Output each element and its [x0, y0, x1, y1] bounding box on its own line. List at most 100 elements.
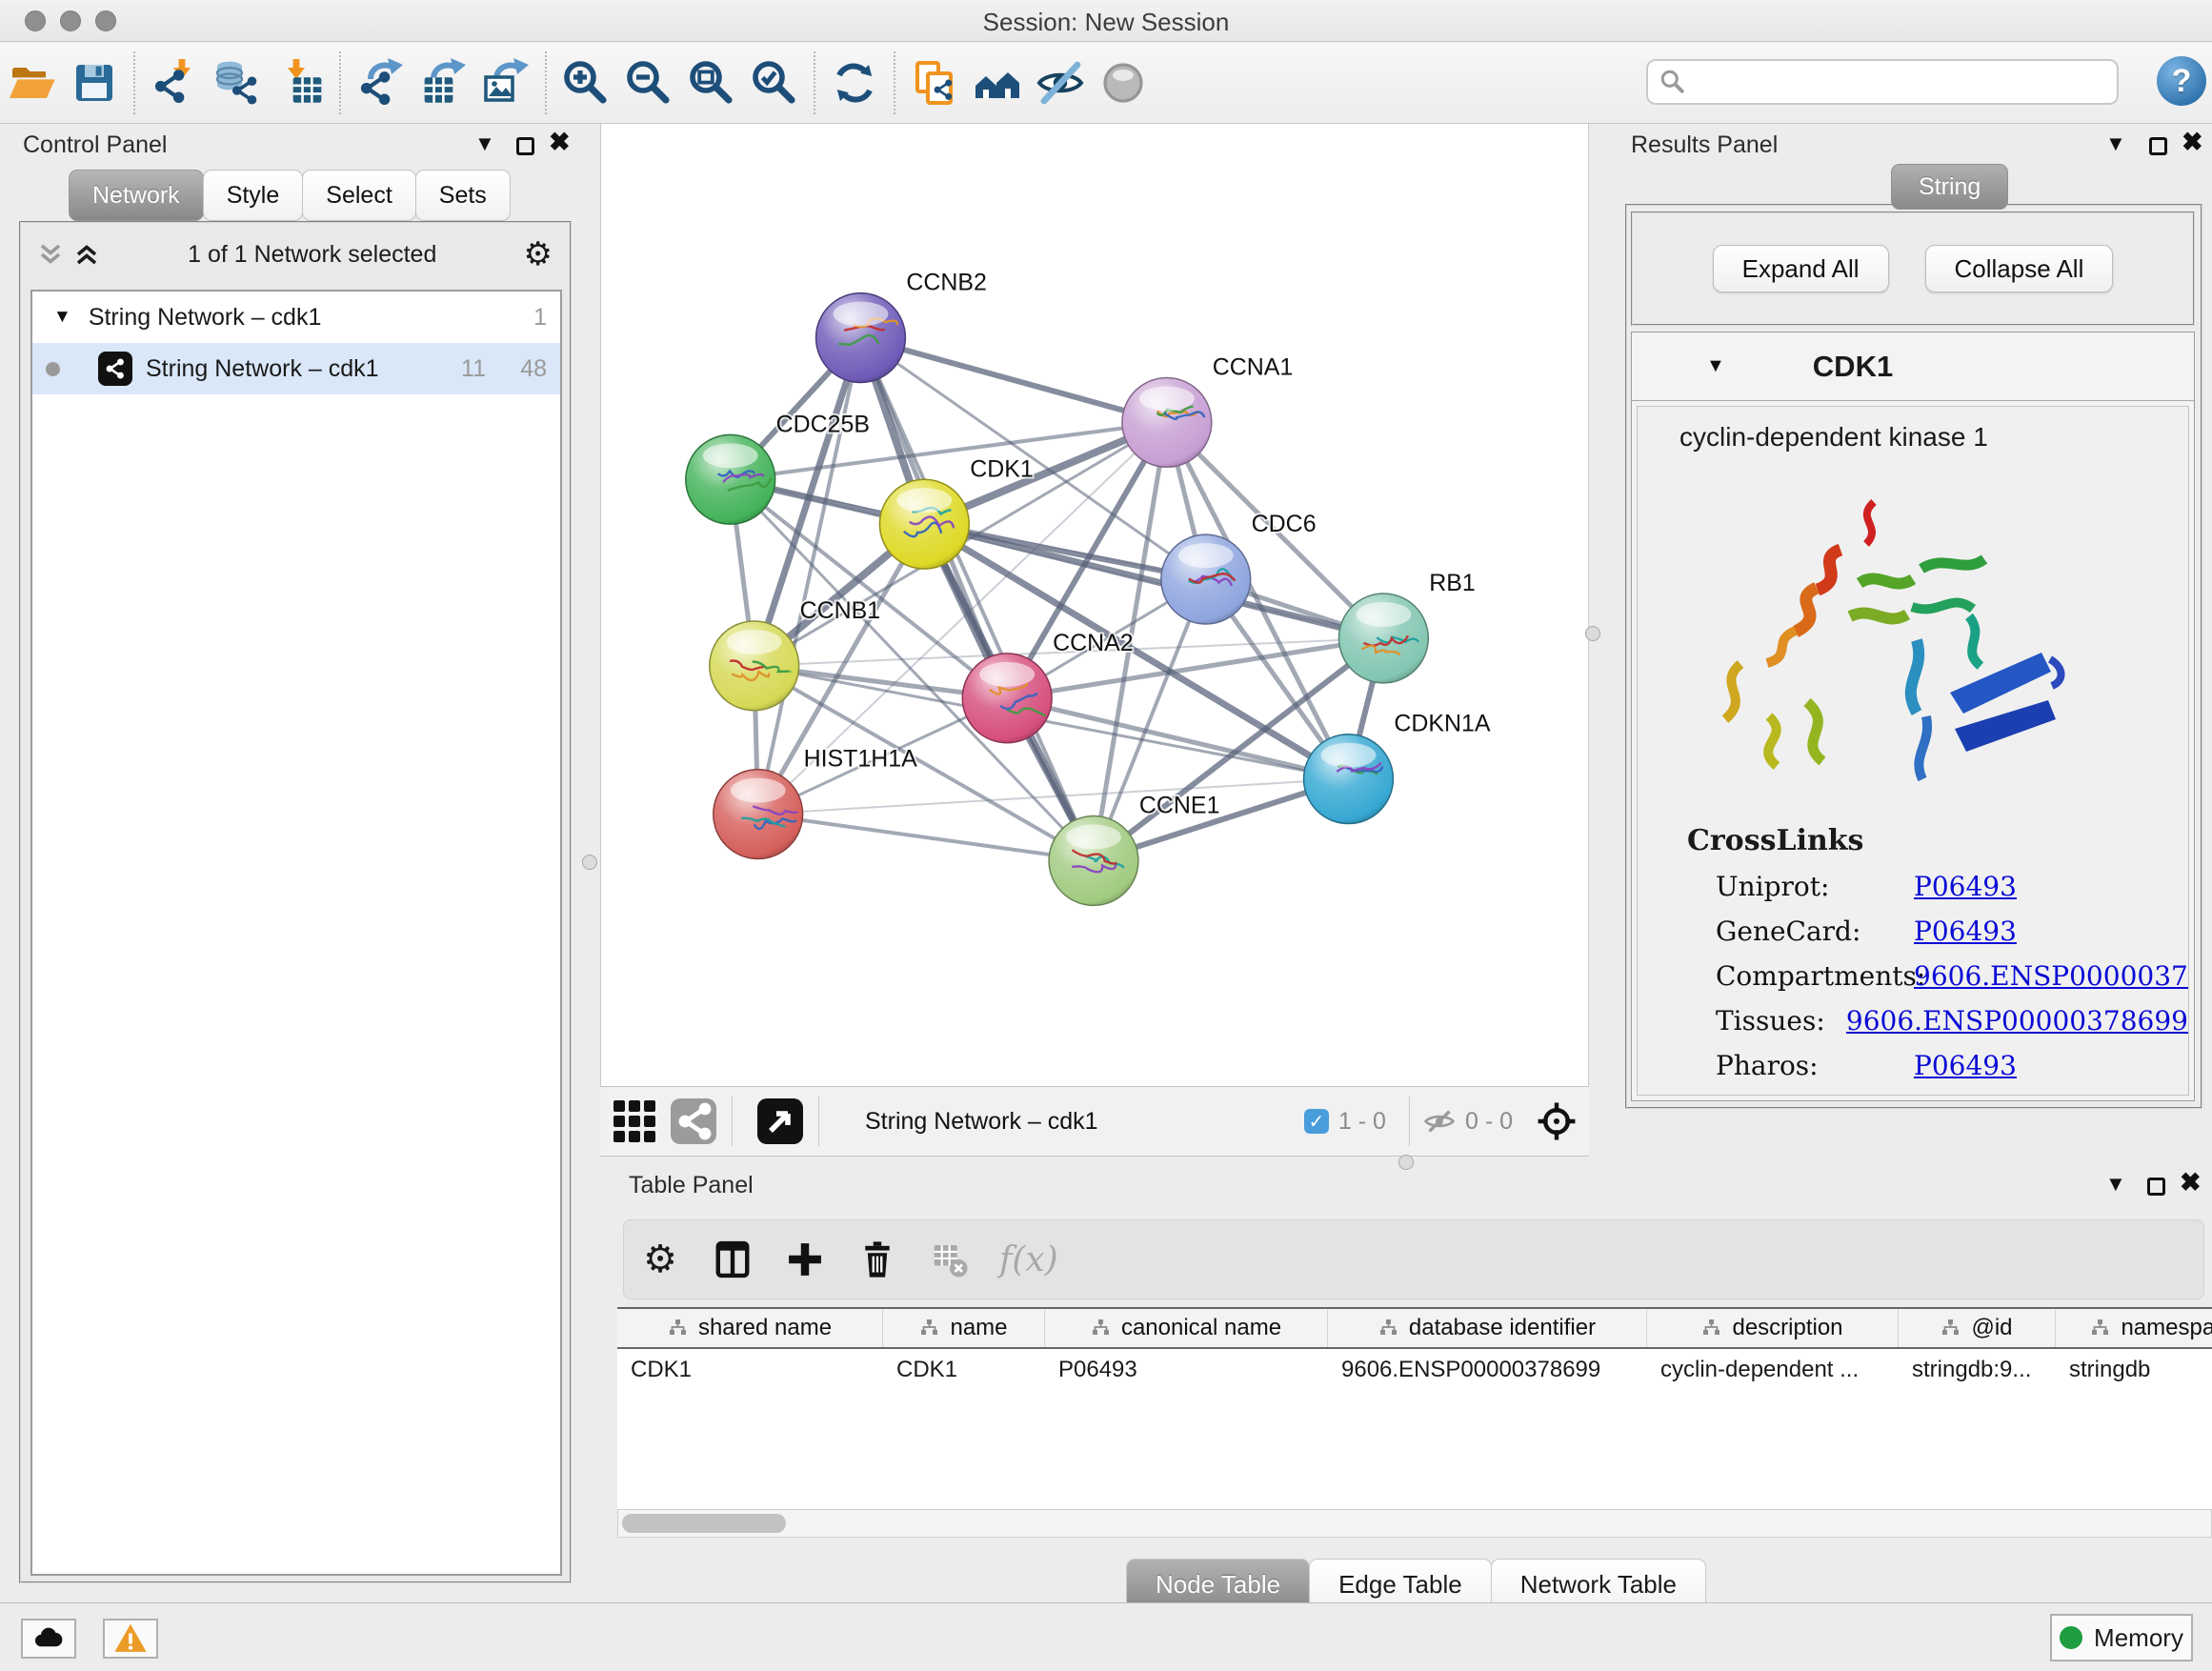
scrollbar-thumb[interactable]: [622, 1514, 786, 1533]
expand-all-icon[interactable]: [72, 240, 101, 269]
node-label-CCNA2: CCNA2: [1053, 630, 1134, 656]
add-column-icon[interactable]: [769, 1229, 841, 1290]
zoom-fit-icon[interactable]: [680, 53, 743, 112]
table-horizontal-scrollbar[interactable]: [617, 1509, 2212, 1538]
table-cell[interactable]: P06493: [1045, 1357, 1328, 1383]
collapse-all-button[interactable]: Collapse All: [1925, 245, 2114, 292]
network-node-CCNB1[interactable]: CCNB1: [710, 597, 880, 711]
table-cell[interactable]: stringdb:9...: [1899, 1357, 2056, 1383]
tab-sets[interactable]: Sets: [415, 170, 511, 221]
collapse-all-icon[interactable]: [36, 240, 65, 269]
collapse-icon[interactable]: ▼: [1706, 355, 1725, 377]
maximize-panel-icon[interactable]: [516, 137, 534, 155]
gene-description: cyclin-dependent kinase 1: [1679, 422, 2188, 453]
gear-icon[interactable]: ⚙: [524, 235, 553, 273]
table-row[interactable]: CDK1CDK1P064939606.ENSP00000378699cyclin…: [617, 1349, 2212, 1391]
hide-selected-icon[interactable]: [1029, 53, 1092, 112]
copy-network-icon[interactable]: [903, 53, 966, 112]
table-toolbar: ⚙ f(x): [623, 1219, 2204, 1299]
cloud-button[interactable]: [21, 1619, 76, 1659]
save-session-icon[interactable]: [63, 53, 126, 112]
zoom-in-icon[interactable]: [554, 53, 617, 112]
maximize-panel-icon[interactable]: [2147, 1178, 2165, 1196]
column-header-@id[interactable]: @id: [1899, 1309, 2056, 1347]
table-cell[interactable]: 9606.ENSP00000378699: [1328, 1357, 1647, 1383]
network-tree-root[interactable]: ▼ String Network – cdk1 1: [32, 292, 560, 343]
left-splitter-handle[interactable]: [582, 855, 597, 870]
warning-button[interactable]: [103, 1619, 158, 1659]
network-view-icon[interactable]: [669, 1097, 718, 1146]
network-canvas[interactable]: CCNB2CCNA1CDC25BCDK1CDC6RB1CCNB1CCNA2CDK…: [600, 124, 1589, 1086]
selected-nodes-checkbox[interactable]: ✓: [1304, 1109, 1329, 1134]
grid-view-icon[interactable]: [610, 1097, 659, 1146]
crosslink-link[interactable]: 9606.ENSP00000378699: [1914, 960, 2189, 992]
network-node-CDKN1A[interactable]: CDKN1A: [1304, 711, 1491, 824]
network-node-CCNA1[interactable]: CCNA1: [1122, 353, 1293, 467]
tab-string[interactable]: String: [1891, 164, 2008, 210]
network-tree-item[interactable]: String Network – cdk1 11 48: [32, 343, 560, 394]
node-label-CDKN1A: CDKN1A: [1394, 711, 1491, 737]
collapse-icon[interactable]: ▼: [53, 307, 71, 328]
help-icon[interactable]: ?: [2157, 56, 2206, 106]
network-node-HIST1H1A[interactable]: HIST1H1A: [714, 746, 917, 859]
show-columns-icon[interactable]: [696, 1229, 769, 1290]
close-panel-icon[interactable]: ✖: [549, 128, 571, 157]
float-panel-icon[interactable]: ▼: [2105, 1172, 2126, 1197]
tab-select[interactable]: Select: [302, 170, 415, 221]
float-panel-icon[interactable]: ▼: [474, 131, 495, 156]
memory-label: Memory: [2094, 1623, 2183, 1653]
delete-column-icon[interactable]: [841, 1229, 914, 1290]
float-panel-icon[interactable]: ▼: [2105, 131, 2126, 156]
center-view-icon[interactable]: [1536, 1100, 1578, 1142]
import-table-file-icon[interactable]: [269, 53, 332, 112]
column-header-description[interactable]: description: [1647, 1309, 1899, 1347]
hidden-counts: 0 - 0: [1465, 1108, 1513, 1136]
memory-button[interactable]: Memory: [2050, 1614, 2193, 1661]
maximize-panel-icon[interactable]: [2149, 137, 2167, 155]
network-node-RB1[interactable]: RB1: [1338, 570, 1475, 683]
column-header-shared-name[interactable]: shared name: [617, 1309, 883, 1347]
network-item-label: String Network – cdk1: [146, 355, 379, 383]
table-cell[interactable]: cyclin-dependent ...: [1647, 1357, 1899, 1383]
zoom-out-icon[interactable]: [617, 53, 680, 112]
export-image-icon[interactable]: [474, 53, 537, 112]
refresh-icon[interactable]: [823, 53, 886, 112]
close-panel-icon[interactable]: ✖: [2180, 1168, 2202, 1198]
control-panel-tabs: NetworkStyleSelectSets: [69, 170, 510, 221]
table-settings-icon[interactable]: ⚙: [624, 1229, 696, 1290]
network-node-CCNE1[interactable]: CCNE1: [1049, 793, 1219, 906]
crosslink-link[interactable]: P06493: [1914, 1050, 2017, 1081]
import-network-database-icon[interactable]: [206, 53, 269, 112]
table-cell[interactable]: CDK1: [617, 1357, 883, 1383]
column-header-canonical-name[interactable]: canonical name: [1045, 1309, 1328, 1347]
crosslink-link[interactable]: P06493: [1914, 871, 2017, 902]
import-network-file-icon[interactable]: [143, 53, 206, 112]
open-session-icon[interactable]: [0, 53, 63, 112]
network-graph[interactable]: CCNB2CCNA1CDC25BCDK1CDC6RB1CCNB1CCNA2CDK…: [601, 124, 1588, 1084]
table-cell[interactable]: CDK1: [883, 1357, 1045, 1383]
tab-network[interactable]: Network: [69, 170, 204, 221]
close-panel-icon[interactable]: ✖: [2182, 128, 2203, 157]
crosslink-link[interactable]: P06493: [1914, 916, 2017, 947]
node-label-RB1: RB1: [1429, 570, 1476, 596]
column-header-database-identifier[interactable]: database identifier: [1328, 1309, 1647, 1347]
network-node-CDK1[interactable]: CDK1: [879, 455, 1033, 569]
gene-card-header[interactable]: ▼ CDK1: [1632, 332, 2194, 401]
tab-style[interactable]: Style: [203, 170, 304, 221]
export-table-icon[interactable]: [412, 53, 474, 112]
birds-eye-view-icon[interactable]: [755, 1097, 805, 1146]
search-input[interactable]: [1694, 69, 2103, 95]
first-neighbors-icon[interactable]: [966, 53, 1029, 112]
horizontal-splitter-handle[interactable]: [1398, 1155, 1414, 1170]
toolbar-separator: [339, 51, 341, 114]
main-toolbar: ?: [0, 43, 2212, 124]
column-header-name[interactable]: name: [883, 1309, 1045, 1347]
export-network-icon[interactable]: [349, 53, 412, 112]
crosslink-link[interactable]: 9606.ENSP00000378699: [1846, 1005, 2188, 1037]
zoom-selected-icon[interactable]: [743, 53, 806, 112]
right-splitter-handle[interactable]: [1585, 626, 1600, 641]
table-cell[interactable]: stringdb: [2056, 1357, 2212, 1383]
column-header-namespace[interactable]: namespace: [2056, 1309, 2212, 1347]
show-all-icon[interactable]: [1092, 53, 1155, 112]
expand-all-button[interactable]: Expand All: [1713, 245, 1889, 292]
